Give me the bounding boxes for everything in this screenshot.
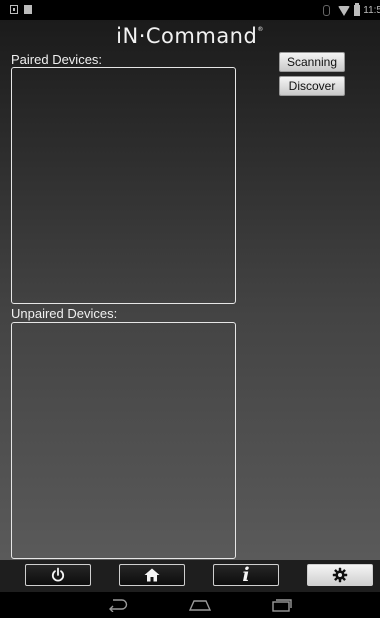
system-nav-bar [0, 592, 380, 618]
status-bar: 11:5 [0, 0, 380, 20]
paired-devices-label: Paired Devices: [11, 52, 103, 67]
recents-icon [272, 599, 292, 612]
notification-icon [10, 5, 18, 14]
recents-button[interactable] [267, 596, 297, 614]
status-icons: 11:5 [323, 0, 380, 20]
unpaired-devices-list[interactable] [11, 322, 236, 559]
logo-text: iN·Command [116, 24, 258, 48]
gear-icon [332, 567, 348, 583]
device-pairing-screen: iN·Command® Paired Devices: Scanning Dis… [0, 20, 380, 560]
app-logo: iN·Command® [0, 24, 380, 48]
app-screen: 11:5 iN·Command® Paired Devices: Scannin… [0, 0, 380, 618]
battery-icon [354, 2, 361, 16]
settings-tab-button[interactable] [307, 564, 373, 586]
nav-home-button[interactable] [185, 596, 215, 614]
logo-trademark: ® [257, 26, 264, 33]
wifi-icon [338, 6, 351, 16]
discover-button[interactable]: Discover [279, 76, 345, 96]
paired-devices-list[interactable] [11, 67, 236, 304]
unpaired-devices-label: Unpaired Devices: [11, 306, 118, 321]
power-tab-button[interactable] [25, 564, 91, 586]
status-time: 11:5 [363, 4, 380, 16]
notification-square-icon [24, 5, 32, 14]
home-tab-button[interactable] [119, 564, 185, 586]
home-icon [144, 568, 160, 582]
info-icon: i [242, 563, 250, 586]
scanning-button[interactable]: Scanning [279, 52, 345, 72]
home-nav-icon [188, 600, 212, 611]
power-icon [51, 567, 65, 582]
bottom-tab-bar: i [0, 560, 380, 592]
back-button[interactable] [103, 596, 133, 614]
bluetooth-icon [323, 4, 331, 16]
info-tab-button[interactable]: i [213, 564, 279, 586]
back-icon [109, 599, 128, 612]
